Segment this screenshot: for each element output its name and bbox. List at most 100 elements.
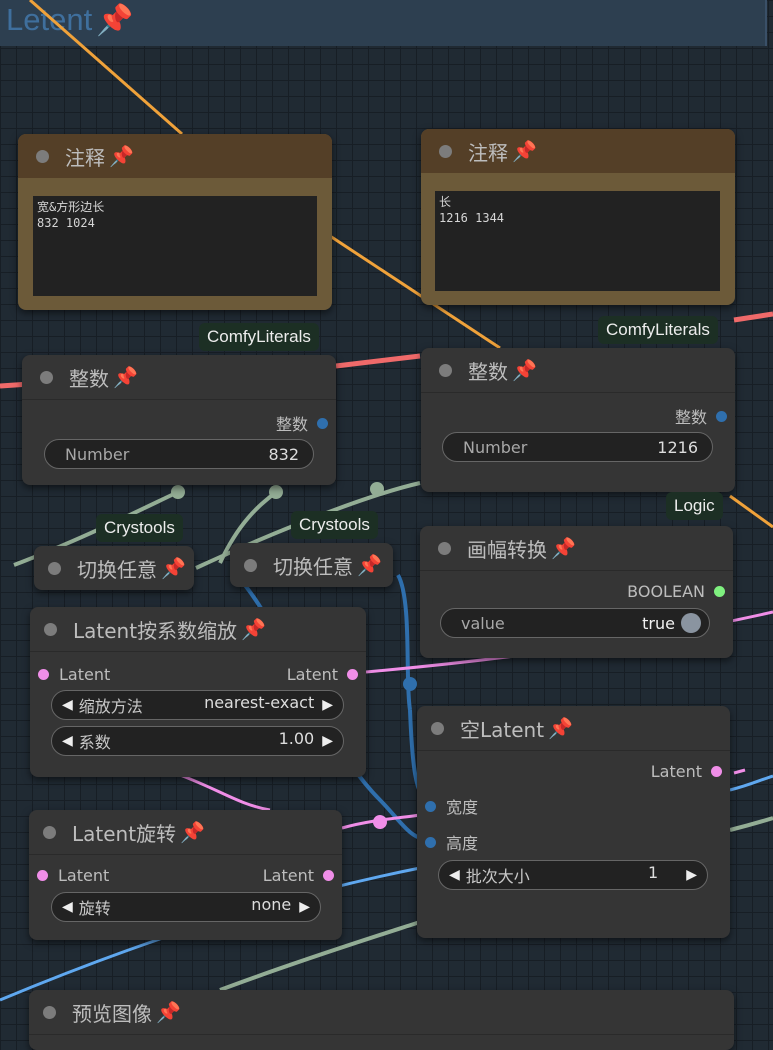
pin-icon[interactable]: 📌 [156,1000,181,1024]
pin-icon[interactable]: 📌 [241,617,266,641]
badge-comfyliterals: ComfyLiterals [598,316,718,344]
note-textarea[interactable]: 长 1216 1344 [435,191,720,291]
output-slot[interactable]: 整数 [675,404,727,428]
switch-any-node-1[interactable]: 切换任意 📌 [34,546,194,590]
widget-value[interactable]: 1.00 [279,729,315,753]
output-slot[interactable]: Latent [263,866,334,885]
note-textarea[interactable]: 宽&方形边长 832 1024 [33,196,317,296]
input-label: Latent [58,866,110,885]
number-widget[interactable]: Number 832 [44,439,314,469]
arrow-left-icon[interactable]: ◀ [449,867,460,883]
widget-value[interactable]: nearest-exact [204,693,314,717]
node-title: Latent旋转 [72,821,177,846]
badge-crystools: Crystools [291,511,378,539]
arrow-right-icon[interactable]: ▶ [299,899,310,915]
node-header[interactable]: 切换任意 📌 [34,546,194,590]
note-node-2[interactable]: 注释 📌 长 1216 1344 [421,129,735,305]
output-socket[interactable] [317,417,328,429]
output-label: 整数 [674,408,707,427]
input-slot-height[interactable]: 高度 [425,830,478,854]
widget-value[interactable]: 1216 [657,438,698,457]
output-label: Latent [286,665,338,684]
output-socket[interactable] [711,766,722,777]
collapse-dot-icon[interactable] [36,149,49,163]
widget-value[interactable]: none [251,895,291,919]
output-slot[interactable]: BOOLEAN [627,582,725,601]
pin-icon[interactable]: 📌 [512,358,537,382]
collapse-dot-icon[interactable] [40,370,53,384]
input-slot[interactable]: Latent [38,665,110,684]
preview-image-node[interactable]: 预览图像 📌 [29,990,734,1050]
node-title: 整数 [69,366,109,391]
arrow-right-icon[interactable]: ▶ [322,733,333,749]
node-header[interactable]: Latent旋转 📌 [29,810,342,855]
node-title: 画幅转换 [467,537,547,562]
boolean-node[interactable]: 画幅转换 📌 BOOLEAN value true [420,526,733,658]
widget-value[interactable]: 1 [648,863,678,887]
rotate-combo[interactable]: ◀ 旋转 none ▶ [51,892,321,922]
badge-logic: Logic [666,492,723,520]
pin-icon[interactable]: 📌 [357,553,382,577]
latent-rotate-node[interactable]: Latent旋转 📌 Latent Latent ◀ 旋转 none ▶ [29,810,342,940]
empty-latent-node[interactable]: 空Latent 📌 Latent 宽度 高度 ◀ 批次大小 1 ▶ [417,706,730,938]
input-socket[interactable] [425,836,436,848]
collapse-dot-icon[interactable] [431,721,444,735]
arrow-left-icon[interactable]: ◀ [62,697,73,713]
integer-node-1[interactable]: 整数 📌 整数 Number 832 [22,355,336,485]
output-label: 整数 [275,415,308,434]
pin-icon[interactable]: 📌 [180,820,205,844]
output-slot[interactable]: 整数 [276,411,328,435]
note-header[interactable]: 注释 📌 [18,134,332,178]
node-header[interactable]: 画幅转换 📌 [420,526,733,571]
arrow-right-icon[interactable]: ▶ [322,697,333,713]
toggle-value-wrap[interactable]: true [642,613,701,633]
collapse-dot-icon[interactable] [43,1005,56,1019]
output-slot[interactable]: Latent [287,665,358,684]
integer-node-2[interactable]: 整数 📌 整数 Number 1216 [421,348,735,492]
node-header[interactable]: 预览图像 📌 [29,990,734,1035]
batch-size-widget[interactable]: ◀ 批次大小 1 ▶ [438,860,708,890]
collapse-dot-icon[interactable] [44,622,57,636]
note-node-1[interactable]: 注释 📌 宽&方形边长 832 1024 [18,134,332,310]
pin-icon[interactable]: 📌 [551,536,576,560]
collapse-dot-icon[interactable] [439,144,452,158]
collapse-dot-icon[interactable] [244,558,257,572]
arrow-right-icon[interactable]: ▶ [686,867,697,883]
output-socket[interactable] [323,870,334,881]
input-slot-width[interactable]: 宽度 [425,794,478,818]
input-slot[interactable]: Latent [37,866,109,885]
collapse-dot-icon[interactable] [43,825,56,839]
pin-icon[interactable]: 📌 [113,365,138,389]
output-socket[interactable] [714,586,725,597]
node-header[interactable]: 切换任意 📌 [230,543,393,587]
toggle-widget[interactable]: value true [440,608,710,638]
toggle-knob-icon[interactable] [681,613,701,633]
input-socket[interactable] [38,669,49,680]
pin-icon[interactable]: 📌 [109,144,134,168]
output-socket[interactable] [716,410,727,422]
node-title: 切换任意 [273,554,353,579]
collapse-dot-icon[interactable] [439,363,452,377]
node-header[interactable]: 空Latent 📌 [417,706,730,751]
scale-method-combo[interactable]: ◀ 缩放方法 nearest-exact ▶ [51,690,344,720]
output-socket[interactable] [347,669,358,680]
arrow-left-icon[interactable]: ◀ [62,899,73,915]
arrow-left-icon[interactable]: ◀ [62,733,73,749]
node-header[interactable]: Latent按系数缩放 📌 [30,607,366,652]
input-socket[interactable] [425,800,436,812]
node-header[interactable]: 整数 📌 [22,355,336,400]
pin-icon[interactable]: 📌 [548,716,573,740]
note-header[interactable]: 注释 📌 [421,129,735,173]
input-socket[interactable] [37,870,48,881]
node-header[interactable]: 整数 📌 [421,348,735,393]
collapse-dot-icon[interactable] [438,541,451,555]
widget-value[interactable]: 832 [268,445,299,464]
pin-icon[interactable]: 📌 [512,139,537,163]
number-widget[interactable]: Number 1216 [442,432,713,462]
scale-factor-widget[interactable]: ◀ 系数 1.00 ▶ [51,726,344,756]
switch-any-node-2[interactable]: 切换任意 📌 [230,543,393,587]
pin-icon[interactable]: 📌 [161,556,186,580]
output-slot[interactable]: Latent [651,762,722,781]
collapse-dot-icon[interactable] [48,561,61,575]
latent-scale-node[interactable]: Latent按系数缩放 📌 Latent Latent ◀ 缩放方法 nearest-… [30,607,366,777]
